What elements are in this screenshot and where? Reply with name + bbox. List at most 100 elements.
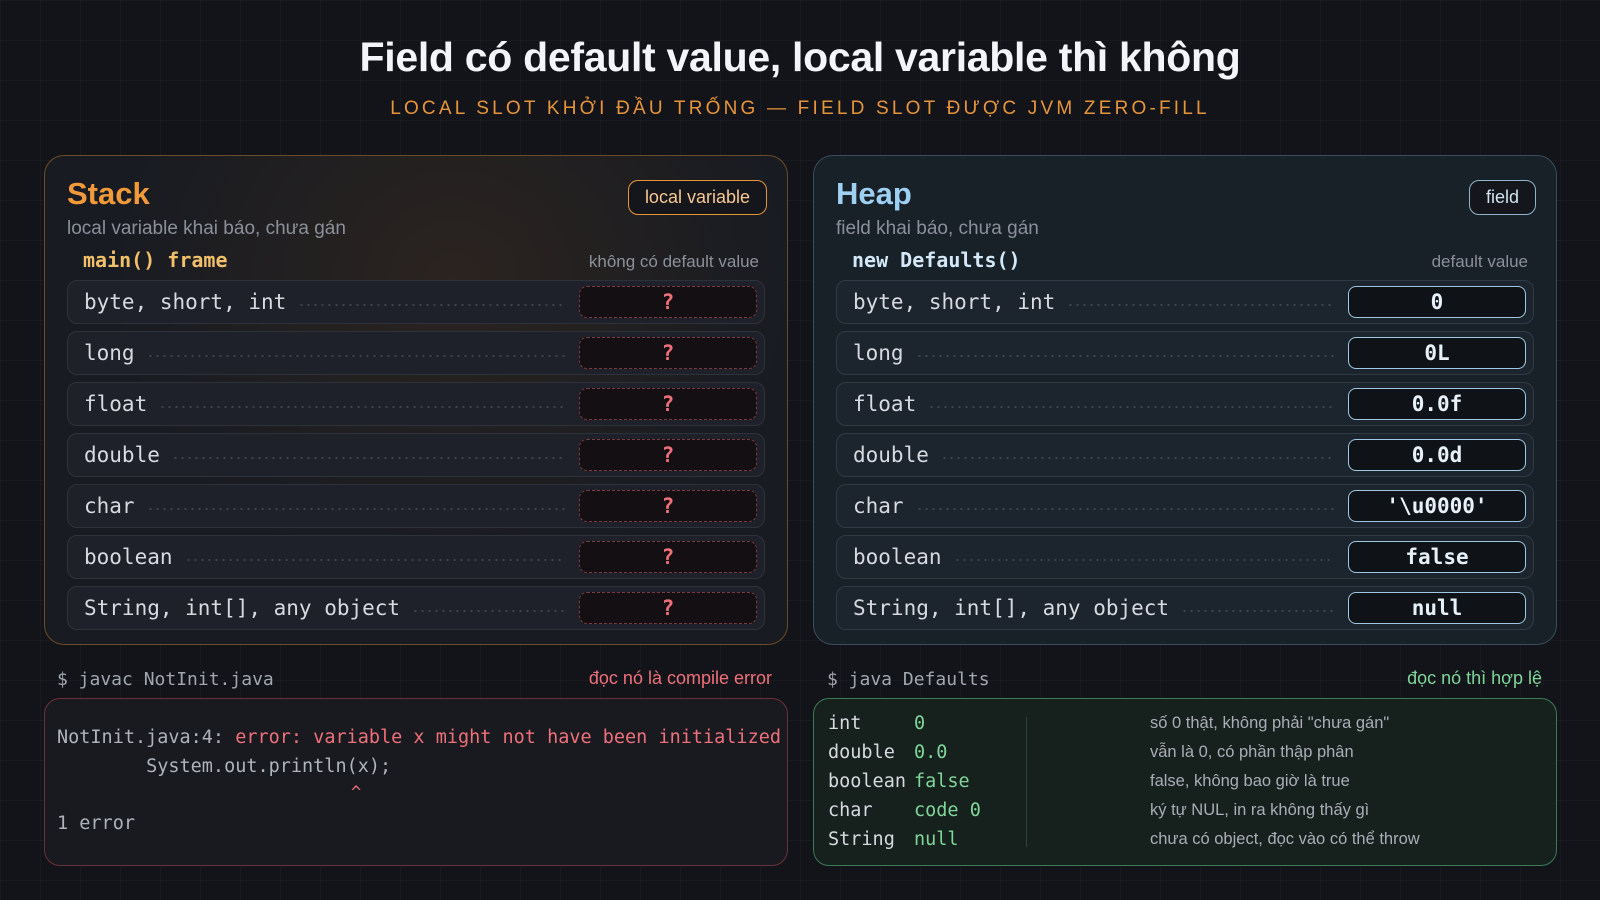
slot-type: double (853, 443, 929, 467)
stack-title: Stack (67, 176, 150, 211)
stack-frame-note: không có default value (588, 252, 759, 271)
default-value-slot: '\u0000' (1348, 490, 1526, 522)
default-value-slot: 0L (1348, 337, 1526, 369)
error-count: 1 error (57, 813, 135, 834)
uninitialized-slot: ? (579, 592, 757, 624)
dotted-leader (184, 559, 565, 561)
error-line: NotInit.java:4: error: variable x might … (57, 727, 781, 748)
dotted-leader (146, 355, 565, 357)
stack-slot-row: long ? (67, 331, 765, 375)
default-value-slot: 0 (1348, 286, 1526, 318)
uninitialized-slot: ? (579, 490, 757, 522)
local-variable-badge: local variable (627, 180, 767, 215)
slot-type: double (84, 443, 160, 467)
slot-type: long (84, 341, 135, 365)
slot-type: byte, short, int (853, 290, 1056, 314)
output-value: null (914, 829, 959, 850)
output-value: code 0 (914, 800, 981, 821)
dotted-leader (953, 559, 1334, 561)
heap-slot-row: String, int[], any object null (836, 586, 1534, 630)
stack-slot-list: byte, short, int ? long ? float ? double… (67, 280, 765, 637)
stack-slot-row: byte, short, int ? (67, 280, 765, 324)
output-value: false (914, 771, 970, 792)
dotted-leader (915, 355, 1334, 357)
output-description: số 0 thật, không phải "chưa gán" (1150, 714, 1390, 732)
stack-frame-label: main() frame (83, 248, 228, 272)
uninitialized-slot: ? (579, 439, 757, 471)
dotted-leader (412, 610, 565, 612)
heap-title: Heap (836, 176, 912, 211)
slot-type: char (84, 494, 135, 518)
output-type: boolean (828, 771, 906, 792)
heap-description: field khai báo, chưa gán (836, 218, 1039, 239)
field-badge: field (1468, 180, 1536, 215)
uninitialized-slot: ? (579, 286, 757, 318)
stack-slot-row: boolean ? (67, 535, 765, 579)
output-description: vẫn là 0, có phần thập phân (1150, 743, 1354, 761)
output-row: int 0 số 0 thật, không phải "chưa gán" (828, 713, 1544, 742)
default-value-slot: 0.0f (1348, 388, 1526, 420)
dotted-leader (298, 304, 565, 306)
output-description: ký tự NUL, in ra không thấy gì (1150, 801, 1370, 819)
slot-type: float (853, 392, 917, 416)
output-type: String (828, 829, 895, 850)
heap-frame-note: default value (1431, 252, 1528, 271)
output-description: false, không bao giờ là true (1150, 772, 1350, 790)
dotted-leader (171, 457, 565, 459)
default-value-slot: null (1348, 592, 1526, 624)
dotted-leader (159, 406, 565, 408)
slot-type: String, int[], any object (853, 596, 1170, 620)
heap-slot-row: byte, short, int 0 (836, 280, 1534, 324)
output-value: 0.0 (914, 742, 948, 763)
compile-output-terminal: NotInit.java:4: error: variable x might … (44, 698, 788, 866)
uninitialized-slot: ? (579, 388, 757, 420)
page-subtitle: LOCAL SLOT KHỞI ĐẦU TRỐNG — FIELD SLOT Đ… (390, 98, 1210, 119)
uninitialized-slot: ? (579, 337, 757, 369)
output-value: 0 (914, 713, 926, 734)
stack-slot-row: String, int[], any object ? (67, 586, 765, 630)
heap-slot-row: char '\u0000' (836, 484, 1534, 528)
output-type: double (828, 742, 895, 763)
javac-command: $ javac NotInit.java (57, 669, 274, 690)
valid-read-note: đọc nó thì hợp lệ (1407, 668, 1542, 688)
slot-type: float (84, 392, 148, 416)
output-type: char (828, 800, 873, 821)
output-row: String null chưa có object, đọc vào có t… (828, 829, 1544, 858)
heap-slot-row: long 0L (836, 331, 1534, 375)
slot-type: long (853, 341, 904, 365)
output-row: boolean false false, không bao giờ là tr… (828, 771, 1544, 800)
output-row: char code 0 ký tự NUL, in ra không thấy … (828, 800, 1544, 829)
stack-description: local variable khai báo, chưa gán (67, 218, 346, 239)
error-caret: ^ (351, 783, 362, 803)
dotted-leader (915, 508, 1334, 510)
output-row: double 0.0 vẫn là 0, có phần thập phân (828, 742, 1544, 771)
stack-slot-row: double ? (67, 433, 765, 477)
heap-object-label: new Defaults() (852, 248, 1021, 272)
heap-panel: Heap field khai báo, chưa gán field new … (813, 155, 1557, 645)
slot-type: char (853, 494, 904, 518)
java-command: $ java Defaults (827, 669, 990, 690)
stack-slot-row: char ? (67, 484, 765, 528)
slot-type: boolean (84, 545, 173, 569)
heap-slot-list: byte, short, int 0 long 0L float 0.0f do… (836, 280, 1534, 637)
dotted-leader (940, 457, 1334, 459)
run-output-terminal: int 0 số 0 thật, không phải "chưa gán" d… (813, 698, 1557, 866)
dotted-leader (928, 406, 1334, 408)
dotted-leader (1067, 304, 1334, 306)
output-description: chưa có object, đọc vào có thể throw (1150, 830, 1420, 848)
default-value-slot: false (1348, 541, 1526, 573)
error-location: NotInit.java:4: (57, 727, 236, 748)
heap-slot-row: float 0.0f (836, 382, 1534, 426)
heap-slot-row: double 0.0d (836, 433, 1534, 477)
heap-slot-row: boolean false (836, 535, 1534, 579)
uninitialized-slot: ? (579, 541, 757, 573)
page-title: Field có default value, local variable t… (359, 34, 1241, 80)
slot-type: String, int[], any object (84, 596, 401, 620)
stack-slot-row: float ? (67, 382, 765, 426)
stack-panel: Stack local variable khai báo, chưa gán … (44, 155, 788, 645)
slot-type: boolean (853, 545, 942, 569)
dotted-leader (146, 508, 565, 510)
dotted-leader (1181, 610, 1334, 612)
slot-type: byte, short, int (84, 290, 287, 314)
default-value-slot: 0.0d (1348, 439, 1526, 471)
